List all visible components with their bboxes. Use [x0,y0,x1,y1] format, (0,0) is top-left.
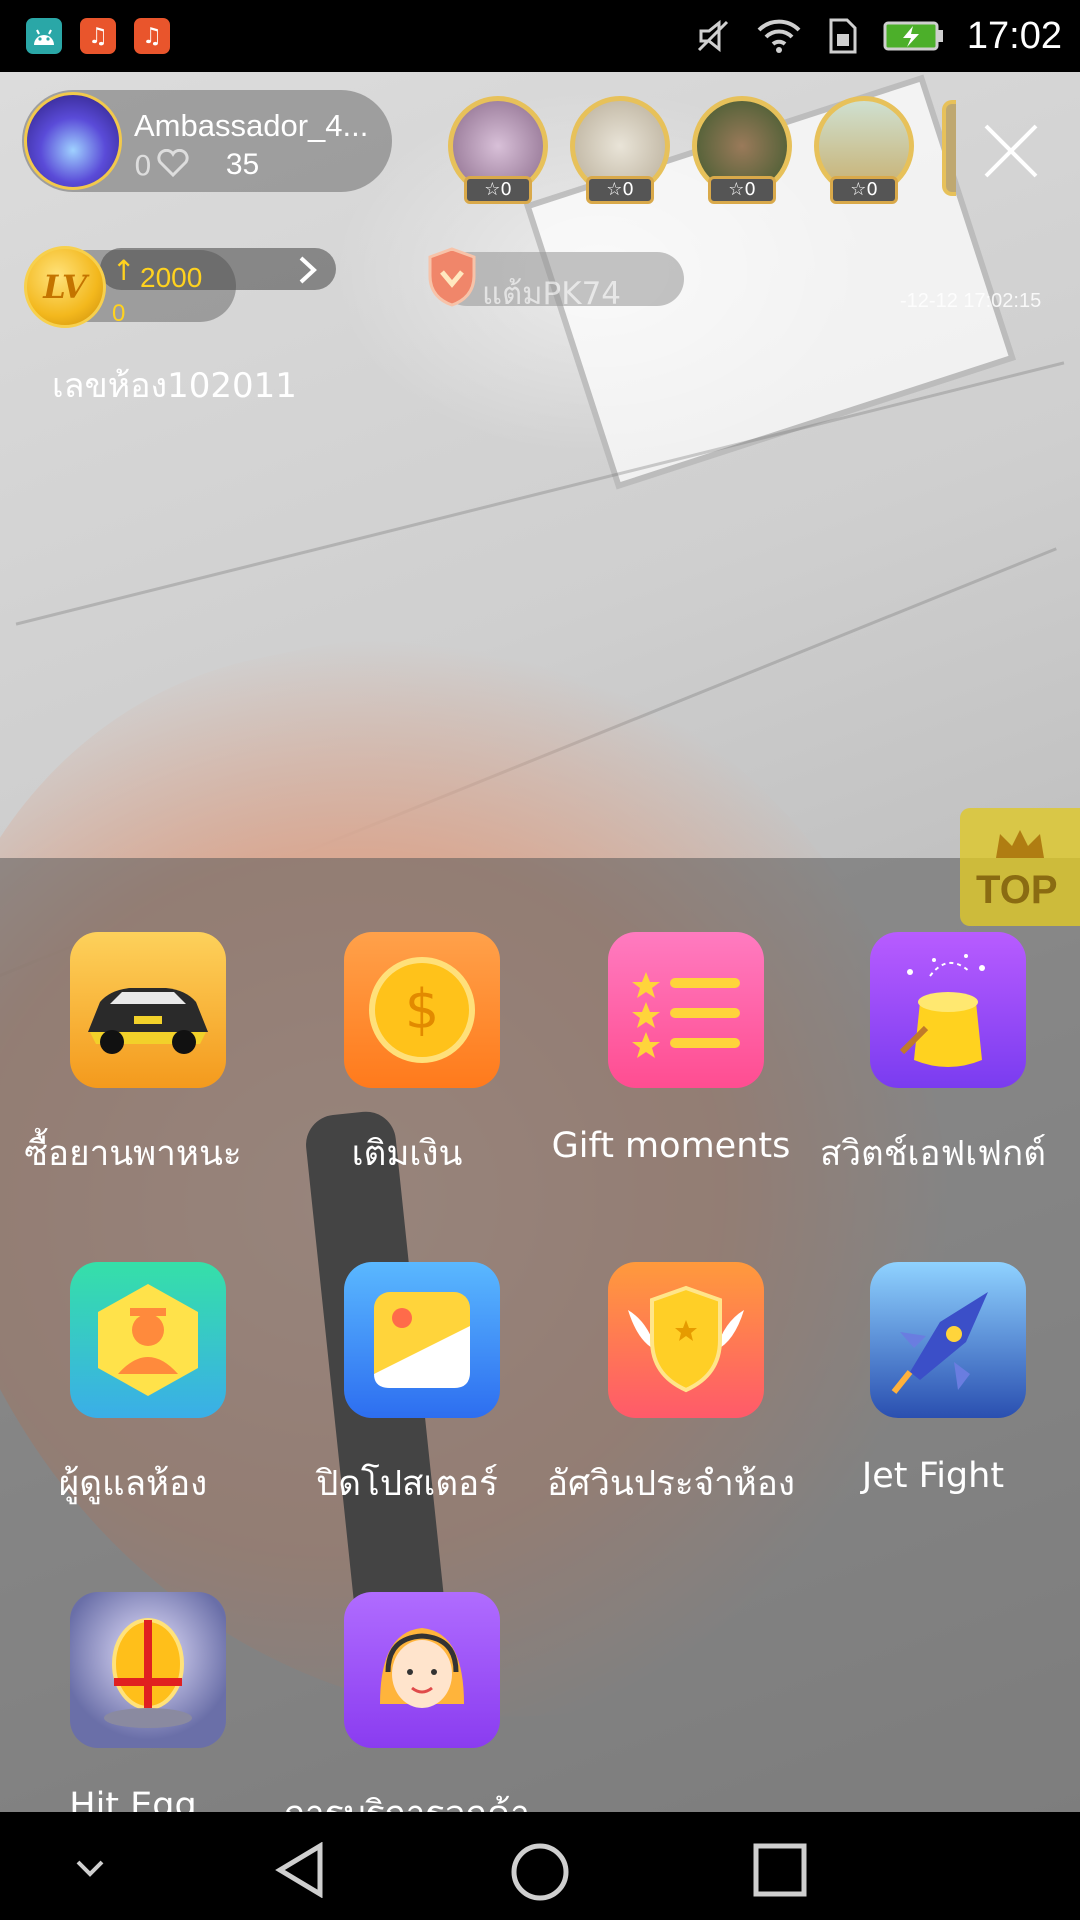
recents-icon[interactable] [752,1842,808,1902]
feature-close-poster[interactable]: ปิดโปสเตอร์ [276,1188,538,1504]
close-icon[interactable] [976,116,1046,186]
feature-label: ผู้ดูแลห้อง [58,1464,208,1504]
viewer-avatar[interactable]: ☆0 [448,96,548,204]
level-up-arrow: ↑ [112,254,136,287]
magic-hat-icon [870,932,1026,1088]
crown-icon [994,828,1046,866]
feature-jet-fight[interactable]: Jet Fight [802,1188,1064,1496]
poster-icon [344,1262,500,1418]
feature-room-admin[interactable]: ผู้ดูแลห้อง [2,1188,264,1504]
feature-label: Jet Fight [861,1456,1005,1496]
winged-shield-icon [608,1262,764,1418]
host-info-pill[interactable]: Ambassador_4... 0 35 [22,90,392,192]
jet-fighter-icon [870,1262,1026,1418]
feature-label: ปิดโปสเตอร์ [316,1464,498,1504]
music-glyph: ♫ [142,23,162,49]
navigation-bar [0,1812,1080,1920]
pk-points-label: แต้มPK74 [482,276,622,312]
feature-label: ซื้อยานพาหนะ [24,1134,242,1174]
feature-label: สวิตช์เอฟเฟกต์ [820,1134,1046,1174]
feature-hit-egg[interactable]: Hit Egg [2,1518,264,1812]
gold-coin-icon: $ [344,932,500,1088]
like-count: 35 [225,148,260,181]
clock: 17:02 [966,14,1062,57]
host-stats: 0 35 [134,148,259,182]
room-admin-icon [70,1262,226,1418]
level-progress: 0 [112,300,126,327]
collapse-icon[interactable] [70,1856,110,1884]
viewer-star-badge: ☆0 [586,176,654,204]
top-ranking-button[interactable]: TOP [960,808,1080,926]
back-icon[interactable] [272,1841,328,1902]
viewer-star-badge: ☆0 [830,176,898,204]
viewer-list[interactable]: ☆0 ☆0 ☆0 ☆0 [448,96,914,204]
host-name: Ambassador_4... [134,108,369,143]
music-notification-icon: ♫ [80,18,116,54]
viewer-avatar-partial[interactable] [942,100,956,196]
svg-text:$: $ [405,978,439,1041]
viewer-star-badge: ☆0 [708,176,776,204]
chevron-right-icon[interactable] [296,254,320,286]
sports-car-icon [70,932,226,1088]
home-icon[interactable] [510,1842,570,1906]
feature-label: เติมเงิน [351,1134,463,1174]
battery-charging-icon [883,20,945,52]
feature-panel: ซื้อยานพาหนะ $ เติมเงิน Gift moments สวิ… [0,858,1080,1812]
status-bar: ♫ ♫ 17:02 [0,0,1080,72]
viewer-avatar[interactable]: ☆0 [570,96,670,204]
feature-buy-vehicle[interactable]: ซื้อยานพาหนะ [2,858,264,1174]
golden-egg-icon [70,1592,226,1748]
room-id: เลขห้อง102011 [52,366,297,406]
wifi-icon [755,16,803,56]
feature-label: อัศวินประจำห้อง [547,1464,795,1504]
follow-count: 0 [134,148,152,182]
top-label: TOP [976,868,1058,912]
viewer-avatar[interactable]: ☆0 [692,96,792,204]
mute-icon [693,16,733,56]
music-glyph: ♫ [88,23,108,49]
viewer-avatar[interactable]: ☆0 [814,96,914,204]
shield-icon [426,246,478,308]
feature-gift-moments[interactable]: Gift moments [540,858,802,1166]
viewer-star-badge: ☆0 [464,176,532,204]
feature-label: Gift moments [551,1126,791,1166]
star-list-icon [608,932,764,1088]
host-avatar[interactable] [24,92,122,190]
music-notification-icon: ♫ [134,18,170,54]
feature-customer-service[interactable]: การบริการลูกค้า [276,1518,538,1812]
sim-icon [825,16,861,56]
customer-service-icon [344,1592,500,1748]
stream-timestamp: -12-12 17:02:15 [900,290,1042,312]
level-coin-icon: LV [24,246,106,328]
feature-top-up[interactable]: $ เติมเงิน [276,858,538,1174]
feature-label: การบริการลูกค้า [276,1786,538,1812]
feature-room-knight[interactable]: อัศวินประจำห้อง [540,1188,802,1504]
heart-icon [156,148,190,181]
level-value: 2000 [140,262,203,293]
feature-label: Hit Egg [69,1786,197,1812]
android-notification-icon [26,18,62,54]
